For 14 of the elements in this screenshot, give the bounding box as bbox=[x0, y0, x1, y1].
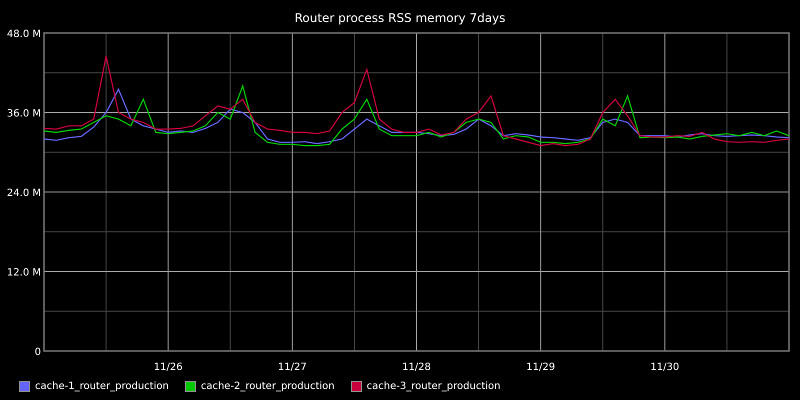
y-tick-label: 0 bbox=[34, 347, 41, 358]
x-tick-label: 11/28 bbox=[402, 362, 431, 373]
legend-label: cache-2_router_production bbox=[200, 381, 335, 392]
y-tick-label: 12.0 M bbox=[6, 268, 41, 278]
y-tick-label: 48.0 M bbox=[6, 29, 41, 40]
legend-label: cache-1_router_production bbox=[35, 381, 169, 392]
y-tick-label: 24.0 M bbox=[6, 188, 41, 199]
x-tick-label: 11/26 bbox=[154, 362, 183, 373]
legend-label: cache-3_router_production bbox=[366, 381, 500, 392]
y-tick-label: 36.0 M bbox=[6, 108, 41, 120]
x-tick-label: 11/27 bbox=[278, 362, 307, 373]
x-tick-label: 11/30 bbox=[650, 362, 680, 373]
x-tick-label: 11/29 bbox=[526, 362, 556, 373]
chart-title: Router process RSS memory 7days bbox=[294, 11, 506, 25]
